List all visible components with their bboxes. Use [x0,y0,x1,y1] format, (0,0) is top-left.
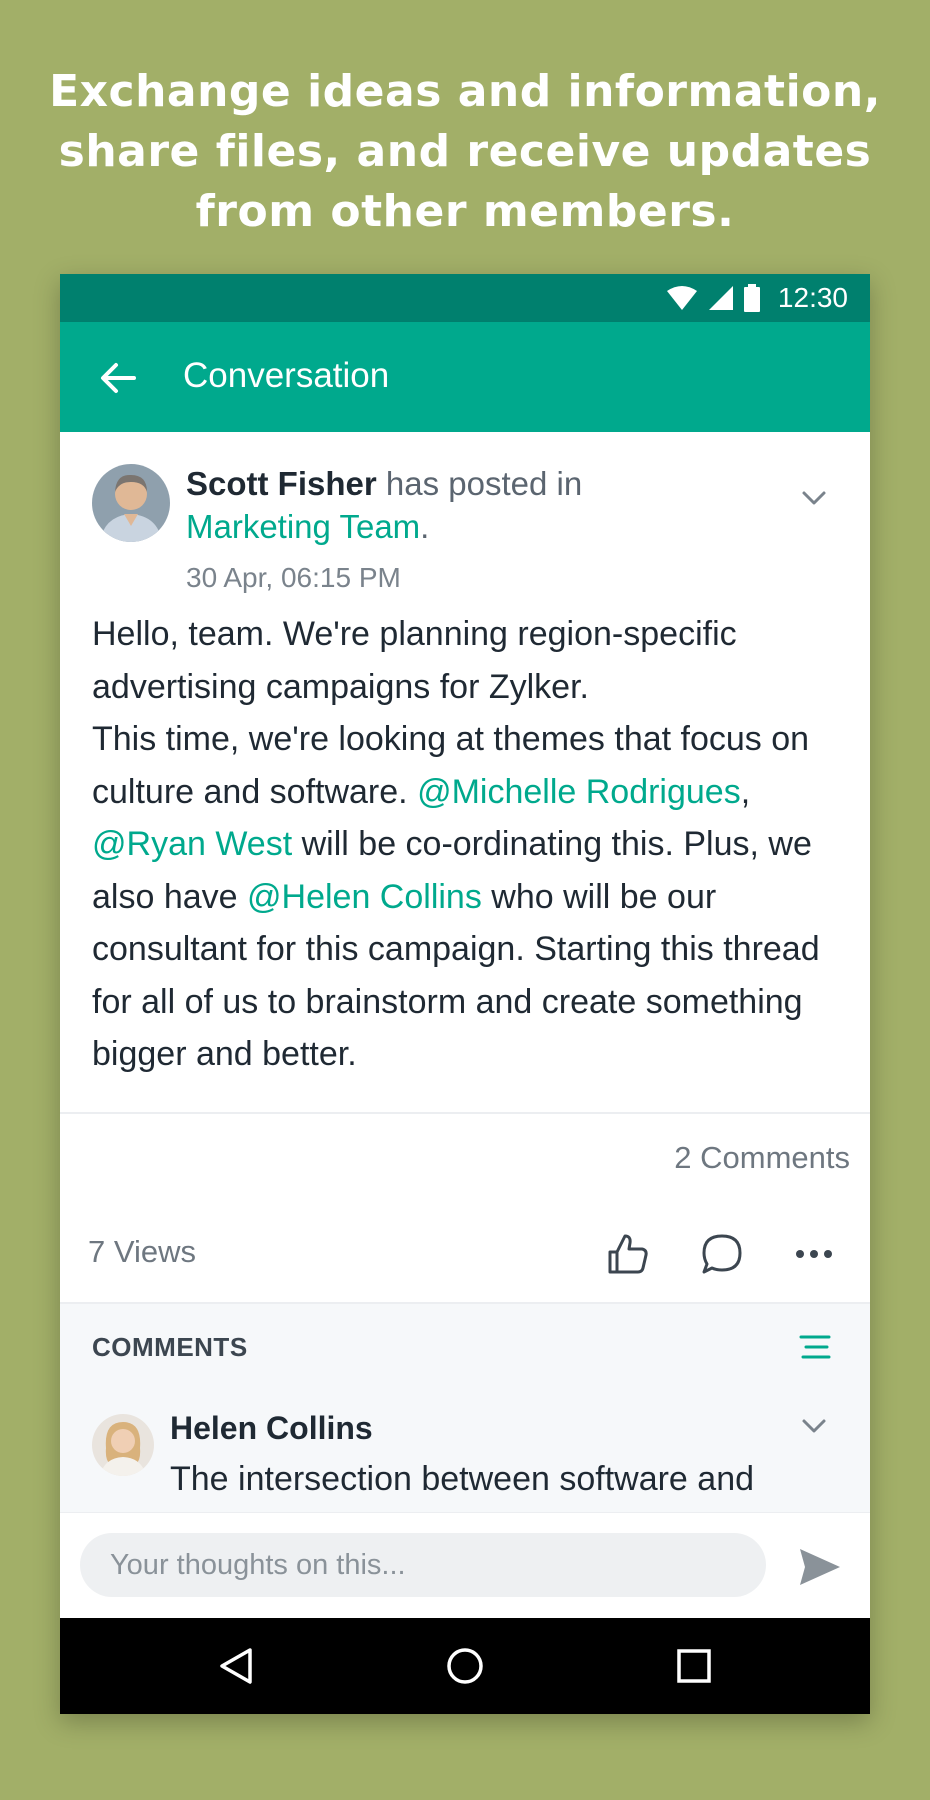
mention-helen-collins[interactable]: @Helen Collins [247,878,482,916]
status-time: 12:30 [777,282,848,313]
post-card: Scott Fisher has posted in Marketing Tea… [60,432,870,1112]
views-count: 7 Views [88,1234,196,1269]
divider [60,1112,870,1114]
post-author[interactable]: Scott Fisher [186,465,377,502]
nav-back-icon[interactable] [216,1646,256,1686]
chevron-down-icon[interactable] [800,488,828,508]
phone-screen: 12:30 Conversation Scott Fisher has post… [60,274,870,1714]
arrow-left-icon[interactable] [98,358,138,398]
more-options-icon[interactable] [790,1230,838,1278]
post-header: Scott Fisher has posted in Marketing Tea… [186,462,786,548]
post-timestamp: 30 Apr, 06:15 PM [186,562,401,593]
comments-count-link[interactable]: 2 Comments [674,1140,850,1176]
team-link[interactable]: Marketing Team [186,508,420,545]
headline-line-1: Exchange ideas and information, [49,66,881,117]
posted-in-text: has posted in [376,465,583,502]
comment-icon[interactable] [698,1230,746,1278]
post-body: Hello, team. We're planning region-speci… [92,608,842,1081]
wifi-icon [666,286,697,310]
comment-author[interactable]: Helen Collins [170,1410,373,1447]
comment-text: The intersection between software and [170,1460,755,1498]
sort-icon[interactable] [798,1332,832,1362]
signal-icon [708,286,733,310]
headline-line-2: share files, and receive updates [58,126,872,177]
mention-ryan-west[interactable]: @Ryan West [92,825,292,863]
comments-heading: COMMENTS [92,1332,248,1362]
mention-michelle-rodrigues[interactable]: @Michelle Rodrigues [417,773,741,811]
team-suffix: . [420,508,430,545]
comment-composer [60,1512,870,1619]
send-icon[interactable] [798,1545,842,1589]
app-bar: Conversation [60,322,870,432]
status-icons: 12:30 [666,282,848,314]
page-title: Conversation [183,356,390,395]
android-nav-bar [60,1618,870,1714]
nav-home-icon[interactable] [445,1646,485,1686]
chevron-down-icon[interactable] [800,1416,828,1436]
nav-recents-icon[interactable] [674,1646,714,1686]
comments-section: COMMENTS Helen Collins The intersection … [60,1302,870,1514]
comment-input[interactable] [80,1533,766,1597]
status-bar: 12:30 [60,274,870,322]
battery-icon [743,284,760,312]
comma-text: , [740,772,751,811]
avatar[interactable] [92,464,170,542]
post-paragraph-1: Hello, team. We're planning region-speci… [92,615,737,706]
like-icon[interactable] [604,1230,652,1278]
comment-avatar[interactable] [92,1414,154,1476]
headline-line-3: from other members. [195,186,735,237]
promo-headline: Exchange ideas and information, share fi… [0,62,930,242]
